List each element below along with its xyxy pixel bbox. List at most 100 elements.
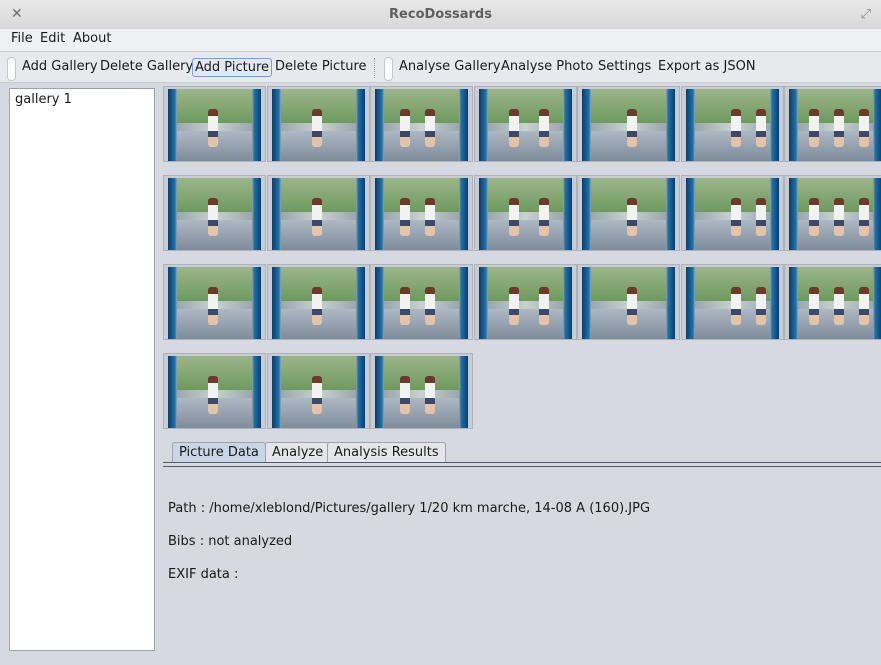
- runner-figure: [400, 109, 410, 147]
- analyse-photo-button[interactable]: Analyse Photo: [501, 59, 593, 74]
- thumbnail[interactable]: [577, 86, 680, 162]
- thumbnail[interactable]: [267, 264, 370, 340]
- toolbar-grip[interactable]: [7, 57, 16, 81]
- runner-figure: [425, 376, 435, 414]
- thumbnail-image: [686, 178, 779, 250]
- thumbnail-image: [272, 356, 365, 428]
- thumbnail[interactable]: [474, 264, 577, 340]
- thumbnail[interactable]: [681, 175, 784, 251]
- thumbnail[interactable]: [784, 264, 881, 340]
- runner-figure: [539, 198, 549, 236]
- thumbnail[interactable]: [163, 264, 266, 340]
- thumbnail[interactable]: [267, 353, 370, 429]
- runner-figure: [756, 198, 766, 236]
- analyse-gallery-button[interactable]: Analyse Gallery: [399, 59, 501, 74]
- menu-about[interactable]: About: [73, 31, 111, 46]
- menu-file[interactable]: File: [11, 31, 33, 46]
- thumbnail[interactable]: [163, 86, 266, 162]
- runner-figure: [731, 287, 741, 325]
- thumbnail-image: [168, 267, 261, 339]
- thumbnail[interactable]: [784, 175, 881, 251]
- picture-path: Path : /home/xleblond/Pictures/gallery 1…: [168, 501, 651, 516]
- runner-figure: [312, 109, 322, 147]
- thumbnail-image: [375, 178, 468, 250]
- picture-bibs: Bibs : not analyzed: [168, 534, 293, 549]
- title-bar: ✕ RecoDossards ⤢: [0, 0, 881, 30]
- runner-figure: [425, 198, 435, 236]
- runner-figure: [731, 198, 741, 236]
- runner-figure: [400, 287, 410, 325]
- thumbnail[interactable]: [577, 264, 680, 340]
- thumbnail[interactable]: [474, 175, 577, 251]
- thumbnail-image: [168, 356, 261, 428]
- thumbnail-image: [582, 89, 675, 161]
- picture-exif: EXIF data :: [168, 567, 239, 582]
- thumbnail[interactable]: [163, 175, 266, 251]
- runner-figure: [539, 109, 549, 147]
- thumbnail[interactable]: [370, 353, 473, 429]
- tab-analysis-results[interactable]: Analysis Results: [327, 442, 446, 463]
- thumbnail-image: [168, 89, 261, 161]
- thumbnail[interactable]: [370, 264, 473, 340]
- thumbnail-image: [375, 89, 468, 161]
- thumbnail[interactable]: [370, 86, 473, 162]
- runner-figure: [509, 109, 519, 147]
- add-gallery-button[interactable]: Add Gallery: [22, 59, 98, 74]
- thumbnail-grid: [163, 86, 881, 432]
- thumbnail-image: [789, 89, 881, 161]
- thumbnail[interactable]: [784, 86, 881, 162]
- thumbnail-image: [272, 267, 365, 339]
- thumbnail[interactable]: [370, 175, 473, 251]
- runner-figure: [627, 287, 637, 325]
- runner-figure: [859, 109, 869, 147]
- runner-figure: [756, 109, 766, 147]
- runner-figure: [627, 109, 637, 147]
- runner-figure: [208, 376, 218, 414]
- runner-figure: [859, 198, 869, 236]
- thumbnail[interactable]: [474, 86, 577, 162]
- maximize-icon[interactable]: ⤢: [861, 7, 871, 22]
- add-picture-button[interactable]: Add Picture: [192, 58, 273, 77]
- thumbnail-image: [789, 267, 881, 339]
- runner-figure: [809, 198, 819, 236]
- thumbnail[interactable]: [267, 175, 370, 251]
- menu-edit[interactable]: Edit: [40, 31, 65, 46]
- runner-figure: [834, 109, 844, 147]
- toolbar-grip-2[interactable]: [384, 57, 393, 81]
- thumbnail-image: [479, 267, 572, 339]
- runner-figure: [312, 376, 322, 414]
- runner-figure: [809, 287, 819, 325]
- delete-picture-button[interactable]: Delete Picture: [275, 59, 367, 74]
- thumbnail-image: [582, 178, 675, 250]
- settings-button[interactable]: Settings: [598, 59, 651, 74]
- delete-gallery-button[interactable]: Delete Gallery: [100, 59, 193, 74]
- tab-picture-data[interactable]: Picture Data: [172, 442, 266, 463]
- runner-figure: [809, 109, 819, 147]
- thumbnail-image: [272, 89, 365, 161]
- thumbnail[interactable]: [163, 353, 266, 429]
- thumbnail[interactable]: [267, 86, 370, 162]
- runner-figure: [756, 287, 766, 325]
- runner-figure: [312, 198, 322, 236]
- runner-figure: [425, 287, 435, 325]
- runner-figure: [731, 109, 741, 147]
- thumbnail-image: [272, 178, 365, 250]
- thumbnail-image: [789, 178, 881, 250]
- tab-analyze[interactable]: Analyze: [265, 442, 331, 463]
- runner-figure: [208, 109, 218, 147]
- gallery-list[interactable]: gallery 1: [9, 88, 155, 651]
- thumbnail-image: [375, 356, 468, 428]
- runner-figure: [208, 198, 218, 236]
- gallery-list-item[interactable]: gallery 1: [15, 92, 72, 107]
- runner-figure: [834, 198, 844, 236]
- runner-figure: [859, 287, 869, 325]
- export-json-button[interactable]: Export as JSON: [658, 59, 756, 74]
- runner-figure: [312, 287, 322, 325]
- runner-figure: [425, 109, 435, 147]
- thumbnail[interactable]: [681, 264, 784, 340]
- thumbnail[interactable]: [681, 86, 784, 162]
- thumbnail[interactable]: [577, 175, 680, 251]
- runner-figure: [539, 287, 549, 325]
- thumbnail-image: [686, 267, 779, 339]
- runner-figure: [834, 287, 844, 325]
